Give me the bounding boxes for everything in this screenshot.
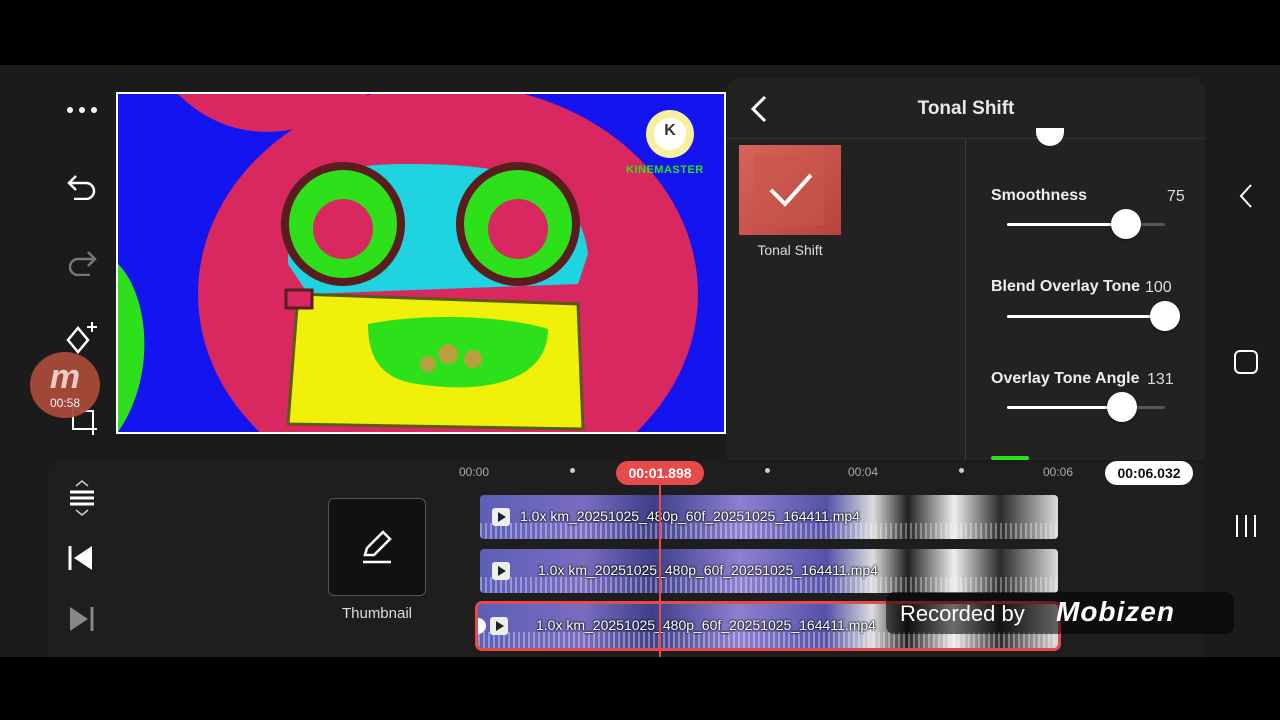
effect-label: Tonal Shift: [757, 242, 823, 258]
next-control-indicator: [991, 456, 1029, 460]
video-clip[interactable]: 1.0x km_20251025_480p_60f_20251025_16441…: [480, 549, 1058, 593]
play-clip-icon: [490, 617, 508, 635]
blend-overlay-tone-value: 100: [1145, 279, 1172, 296]
clip-name: 1.0x km_20251025_480p_60f_20251025_16441…: [520, 508, 860, 524]
edit-pencil-icon: [363, 530, 392, 564]
preview-frame-image: [118, 94, 724, 432]
tick-label: 00:00: [459, 465, 490, 479]
playhead-time[interactable]: 00:01.898: [616, 461, 704, 485]
timeline-expand-icon[interactable]: [64, 480, 100, 516]
play-clip-icon: [492, 562, 510, 580]
overlay-tone-angle-label: Overlay Tone Angle: [991, 370, 1140, 387]
panel-header: Tonal Shift: [727, 78, 1205, 139]
smoothness-slider[interactable]: [1007, 209, 1165, 239]
skip-to-start-icon[interactable]: [66, 543, 96, 578]
overlay-tone-angle-slider[interactable]: [1007, 392, 1165, 422]
playhead-line[interactable]: [659, 485, 661, 657]
play-clip-icon: [492, 508, 510, 526]
blend-overlay-tone-knob[interactable]: [1150, 301, 1180, 331]
panel-title: Tonal Shift: [917, 98, 1015, 119]
thumbnail-label: Thumbnail: [341, 605, 413, 622]
smoothness-knob[interactable]: [1110, 209, 1141, 239]
tick-label: 00:06: [1043, 465, 1074, 479]
end-time-badge: 00:06.032: [1105, 461, 1193, 485]
blend-overlay-tone-slider[interactable]: [1007, 301, 1180, 331]
tick-dot: [570, 468, 575, 473]
video-preview[interactable]: K KINEMASTER: [116, 92, 726, 434]
system-back-icon[interactable]: [1228, 178, 1264, 214]
overlay-tone-angle-knob[interactable]: [1107, 392, 1138, 422]
thumbnail-button[interactable]: [328, 498, 426, 596]
smoothness-value: 75: [1167, 188, 1185, 205]
recorder-watermark: Recorded by Mobizen: [886, 592, 1234, 634]
tick-label: 00:04: [848, 465, 879, 479]
panel-divider: [965, 139, 966, 460]
more-icon[interactable]: [60, 88, 104, 132]
kinemaster-watermark: KINEMASTER: [626, 164, 704, 176]
overlay-tone-angle-fill: [1007, 406, 1123, 409]
blend-overlay-tone-label: Blend Overlay Tone: [991, 278, 1141, 295]
smoothness-label: Smoothness: [991, 187, 1088, 204]
overlay-tone-angle-value: 131: [1147, 371, 1174, 388]
smoothness-fill: [1007, 223, 1126, 226]
recorder-logo: m: [49, 358, 81, 396]
tick-dot: [765, 468, 770, 473]
tick-dot: [959, 468, 964, 473]
redo-icon[interactable]: [60, 240, 104, 284]
video-clip[interactable]: 1.0x km_20251025_480p_60f_20251025_16441…: [480, 495, 1058, 539]
clip-name: 1.0x km_20251025_480p_60f_20251025_16441…: [536, 617, 876, 633]
system-home-icon[interactable]: [1228, 344, 1264, 380]
scrolled-slider-knob[interactable]: [1036, 128, 1064, 146]
system-recents-icon[interactable]: [1228, 508, 1264, 544]
tonal-shift-thumbnail[interactable]: [739, 145, 841, 235]
undo-icon[interactable]: [60, 164, 104, 208]
clip-name: 1.0x km_20251025_480p_60f_20251025_16441…: [538, 562, 878, 578]
skip-to-end-icon[interactable]: [66, 604, 96, 639]
watermark-letter: K: [664, 122, 676, 139]
recorder-time: 00:58: [49, 396, 81, 410]
blend-overlay-tone-fill: [1007, 315, 1165, 318]
recorded-by-text: Recorded by: [900, 601, 1025, 626]
effect-panel: Tonal Shift Tonal Shift Smoothness 75 Bl…: [727, 78, 1205, 460]
mobizen-logo: Mobizen: [1056, 596, 1175, 627]
recorder-bubble[interactable]: m 00:58: [30, 352, 100, 418]
